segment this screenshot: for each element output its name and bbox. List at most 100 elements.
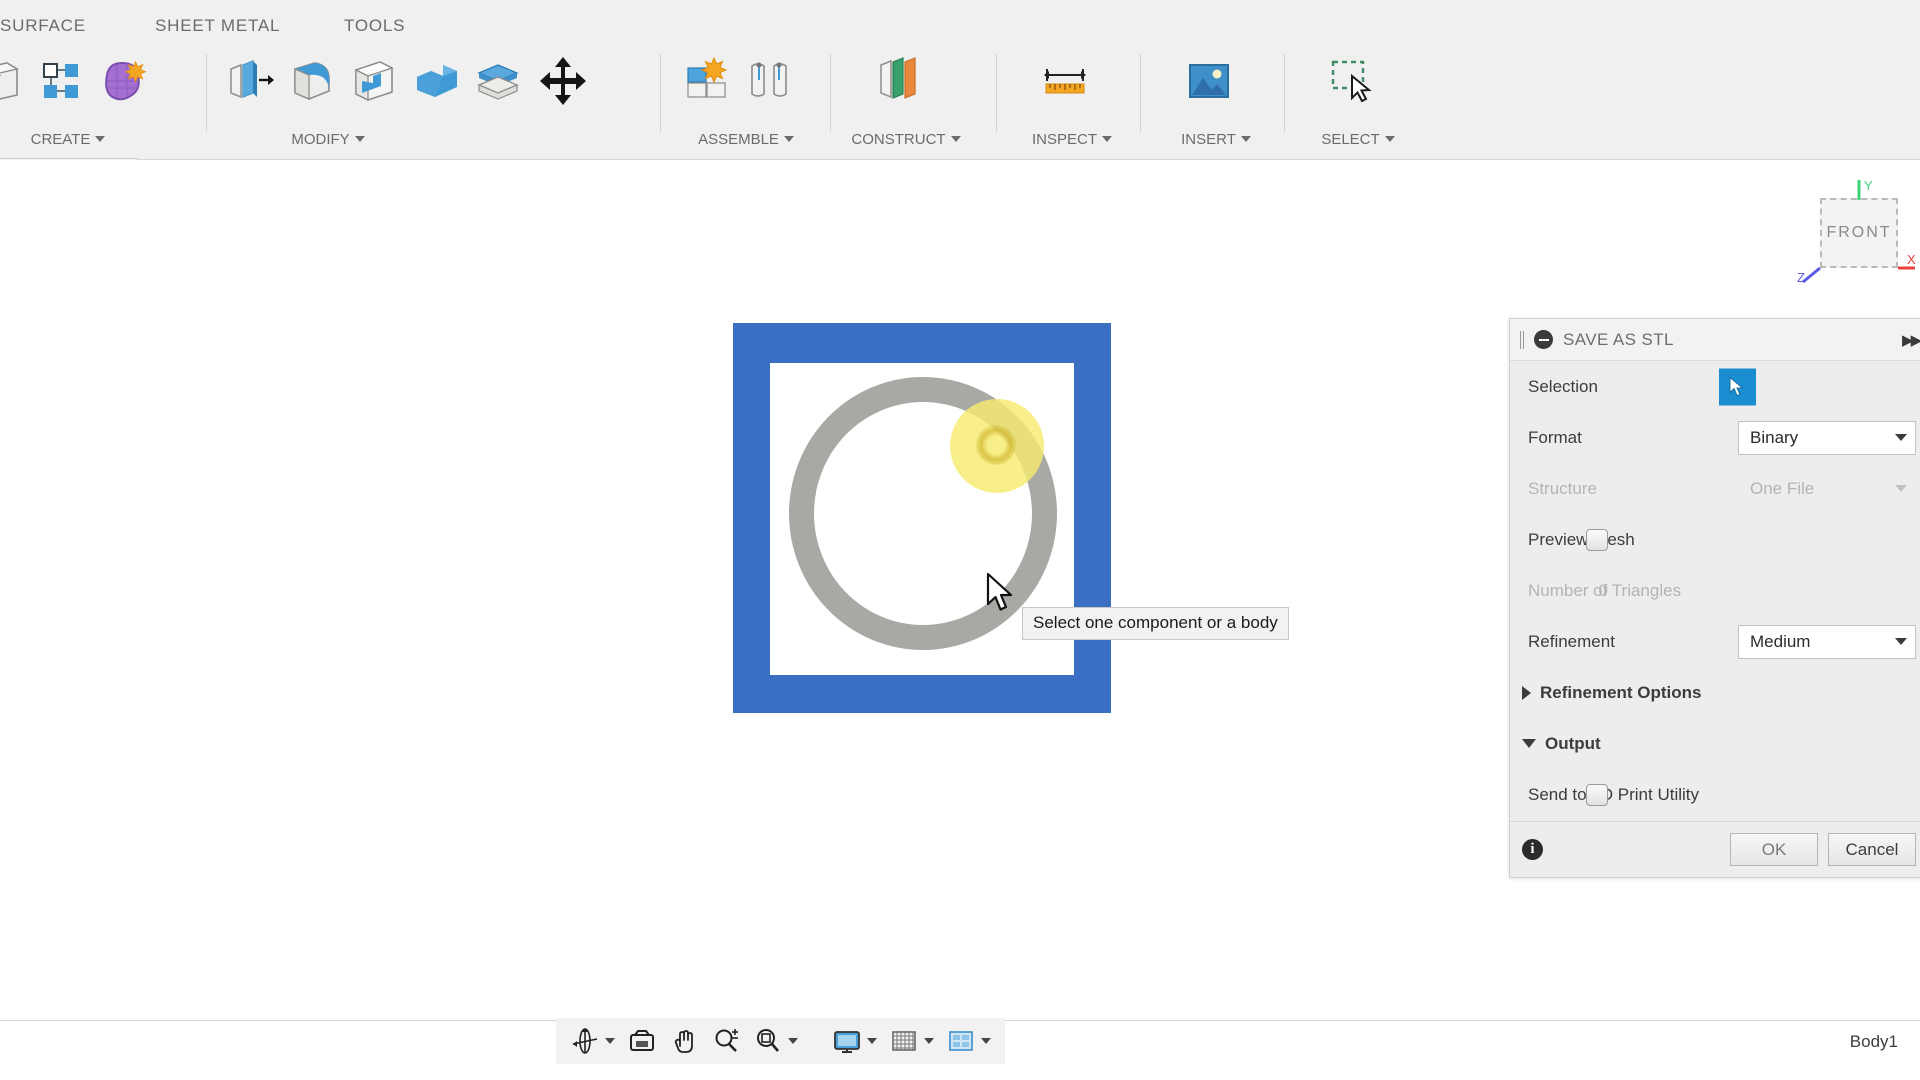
zoom-in-icon[interactable] [705, 1018, 747, 1064]
tab-surface[interactable]: SURFACE [0, 16, 86, 36]
chevron-down-icon [951, 136, 961, 142]
save-as-stl-dialog: SAVE AS STL ▶▶| Selection Format Binary [1509, 318, 1920, 878]
section-refinement-options-label: Refinement Options [1540, 683, 1702, 703]
dialog-drag-grip[interactable] [1520, 331, 1524, 349]
section-refinement-options[interactable]: Refinement Options [1510, 667, 1920, 718]
orbit-icon[interactable] [564, 1018, 621, 1064]
panel-label-construct[interactable]: CONSTRUCT [848, 131, 964, 148]
panel-insert-text: INSERT [1181, 131, 1236, 148]
chevron-down-icon [605, 1038, 615, 1044]
ribbon-panels: CREATE [0, 46, 1920, 156]
panel-modify-text: MODIFY [291, 131, 349, 148]
row-selection: Selection [1510, 361, 1920, 412]
joint-icon[interactable] [738, 50, 800, 112]
pattern-icon[interactable] [30, 50, 92, 112]
svg-text:Z: Z [1797, 270, 1805, 285]
status-bar: Body1 [0, 1020, 1920, 1080]
panel-select-text: SELECT [1321, 131, 1379, 148]
form-icon[interactable] [92, 50, 154, 112]
panel-assemble: ASSEMBLE [676, 46, 816, 156]
panel-assemble-text: ASSEMBLE [698, 131, 779, 148]
collapse-icon[interactable] [1534, 330, 1553, 349]
pan-icon[interactable] [663, 1018, 705, 1064]
tab-tools[interactable]: TOOLS [344, 16, 405, 36]
triangle-right-icon [1522, 686, 1531, 700]
panel-label-create[interactable]: CREATE [0, 131, 168, 148]
refinement-dropdown[interactable]: Medium [1738, 625, 1916, 659]
display-settings-icon[interactable] [826, 1018, 883, 1064]
refinement-value: Medium [1750, 632, 1895, 652]
structure-dropdown: One File [1738, 472, 1916, 506]
panel-create-text: CREATE [31, 131, 91, 148]
mouse-cursor-icon [986, 572, 1020, 621]
panel-label-modify[interactable]: MODIFY [158, 131, 498, 148]
navigation-bar [556, 1018, 1005, 1064]
panel-divider [1140, 54, 1141, 132]
split-face-icon[interactable] [466, 50, 528, 112]
svg-text:Y: Y [1864, 178, 1873, 193]
fillet-icon[interactable] [280, 50, 342, 112]
dialog-footer: i OK Cancel [1510, 821, 1920, 877]
panel-inspect: INSPECT [1012, 46, 1132, 156]
section-output[interactable]: Output [1510, 718, 1920, 769]
ok-button[interactable]: OK [1730, 833, 1818, 866]
label-preview-mesh: Preview Mesh [1528, 530, 1635, 550]
panel-inspect-text: INSPECT [1032, 131, 1097, 148]
label-send-to-3d-print-utility: Send to 3D Print Utility [1528, 785, 1699, 805]
shell-icon[interactable] [342, 50, 404, 112]
chevron-down-icon [1385, 136, 1395, 142]
chevron-down-icon [1895, 434, 1907, 441]
chevron-down-icon [1241, 136, 1251, 142]
number-of-triangles-value: 0 [1599, 581, 1608, 601]
panel-label-assemble[interactable]: ASSEMBLE [676, 131, 816, 148]
format-dropdown[interactable]: Binary [1738, 421, 1916, 455]
cancel-button[interactable]: Cancel [1828, 833, 1916, 866]
selection-picker-button[interactable] [1719, 368, 1756, 405]
panel-label-select[interactable]: SELECT [1298, 131, 1418, 148]
tab-sheet-metal[interactable]: SHEET METAL [155, 16, 280, 36]
expand-right-icon[interactable]: ▶▶| [1902, 331, 1920, 349]
preview-mesh-checkbox[interactable] [1586, 529, 1608, 551]
panel-modify: MODIFY [218, 46, 558, 156]
grid-snaps-icon[interactable] [883, 1018, 940, 1064]
chevron-down-icon [1895, 485, 1907, 492]
zoom-window-icon[interactable] [747, 1018, 804, 1064]
dialog-title: SAVE AS STL [1563, 330, 1674, 350]
revolve-icon[interactable] [0, 50, 30, 112]
look-at-icon[interactable] [621, 1018, 663, 1064]
new-component-icon[interactable] [676, 50, 738, 112]
format-value: Binary [1750, 428, 1895, 448]
dialog-title-bar[interactable]: SAVE AS STL ▶▶| [1510, 319, 1920, 361]
panel-label-inspect[interactable]: INSPECT [1012, 131, 1132, 148]
label-structure: Structure [1528, 479, 1597, 499]
chevron-down-icon [1895, 638, 1907, 645]
info-icon[interactable]: i [1522, 839, 1543, 860]
insert-image-icon[interactable] [1178, 50, 1240, 112]
row-preview-mesh: Preview Mesh [1510, 514, 1920, 565]
chevron-down-icon [981, 1038, 991, 1044]
label-selection: Selection [1528, 377, 1598, 397]
row-send-to-3d-print-utility: Send to 3D Print Utility [1510, 769, 1920, 820]
press-pull-icon[interactable] [218, 50, 280, 112]
label-format: Format [1528, 428, 1582, 448]
section-output-label: Output [1545, 734, 1601, 754]
view-cube[interactable]: FRONT Y X Z [1795, 178, 1920, 298]
send-to-3d-print-utility-checkbox[interactable] [1586, 784, 1608, 806]
combine-icon[interactable] [404, 50, 466, 112]
select-window-icon[interactable] [1320, 50, 1382, 112]
chevron-down-icon [784, 136, 794, 142]
panel-label-insert[interactable]: INSERT [1156, 131, 1276, 148]
panel-divider [206, 54, 207, 132]
measure-icon[interactable] [1034, 50, 1096, 112]
chevron-down-icon [355, 136, 365, 142]
offset-plane-icon[interactable] [868, 50, 930, 112]
chevron-down-icon [924, 1038, 934, 1044]
row-structure: Structure One File [1510, 463, 1920, 514]
row-number-of-triangles: Number of Triangles 0 [1510, 565, 1920, 616]
viewports-icon[interactable] [940, 1018, 997, 1064]
selection-tooltip: Select one component or a body [1022, 607, 1289, 640]
move-copy-icon[interactable] [528, 50, 598, 112]
panel-divider [830, 54, 831, 132]
structure-value: One File [1750, 479, 1895, 499]
dialog-body: Selection Format Binary Structure [1510, 361, 1920, 820]
